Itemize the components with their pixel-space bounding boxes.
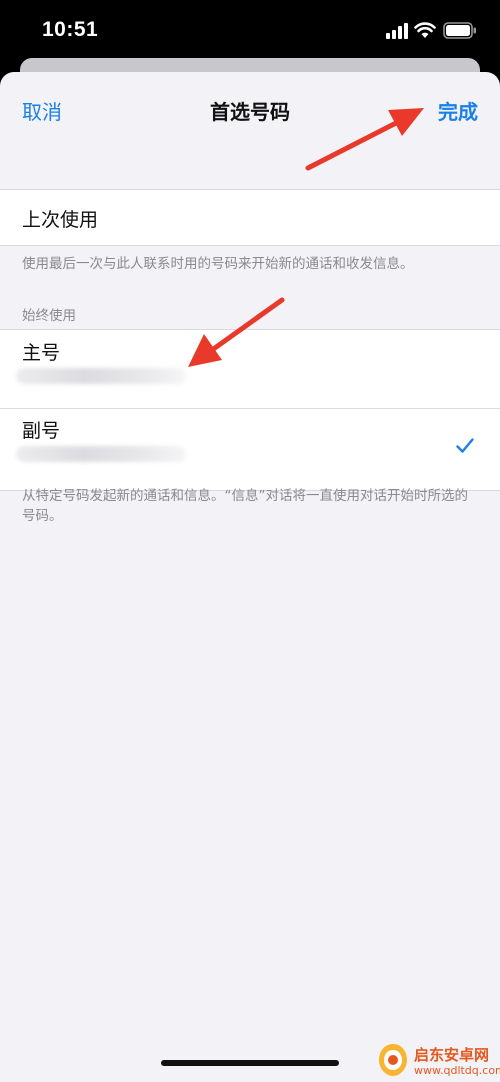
wifi-icon — [414, 22, 436, 38]
blurred-phone-number — [16, 368, 186, 384]
last-used-option[interactable]: 上次使用 — [0, 189, 500, 246]
watermark: 启东安卓网 www.qdltdq.com — [376, 1042, 500, 1082]
screen: 10:51 取消 首选号码 完成 上次使用 使用最后一次与此人联系时用的号码来开 — [0, 0, 500, 1082]
preferred-number-sheet: 取消 首选号码 完成 上次使用 使用最后一次与此人联系时用的号码来开始新的通话和… — [0, 72, 500, 1082]
always-use-group: 主号 副号 — [0, 329, 500, 491]
checkmark-icon — [456, 438, 474, 453]
signal-bars-icon — [386, 23, 408, 39]
secondary-number-option[interactable]: 副号 — [0, 408, 500, 490]
primary-number-option[interactable]: 主号 — [0, 330, 500, 408]
always-use-footnote: 从特定号码发起新的通话和信息。“信息”对话将一直使用对话开始时所选的号码。 — [22, 488, 468, 524]
battery-icon — [443, 22, 476, 39]
home-indicator[interactable] — [161, 1060, 339, 1066]
always-use-header: 始终使用 — [22, 308, 76, 324]
blurred-phone-number — [16, 446, 186, 462]
status-time: 10:51 — [42, 18, 99, 41]
page-title: 首选号码 — [210, 100, 290, 124]
status-bar: 10:51 — [0, 0, 500, 62]
secondary-number-label: 副号 — [22, 420, 61, 442]
watermark-logo-icon — [379, 1044, 407, 1076]
watermark-url: www.qdltdq.com — [414, 1064, 500, 1077]
navigation-bar: 取消 首选号码 完成 — [0, 72, 500, 148]
watermark-name: 启东安卓网 — [414, 1046, 490, 1064]
last-used-footnote: 使用最后一次与此人联系时用的号码来开始新的通话和收发信息。 — [22, 256, 414, 272]
primary-number-label: 主号 — [22, 342, 61, 364]
done-button[interactable]: 完成 — [438, 96, 478, 125]
last-used-label: 上次使用 — [22, 209, 99, 231]
